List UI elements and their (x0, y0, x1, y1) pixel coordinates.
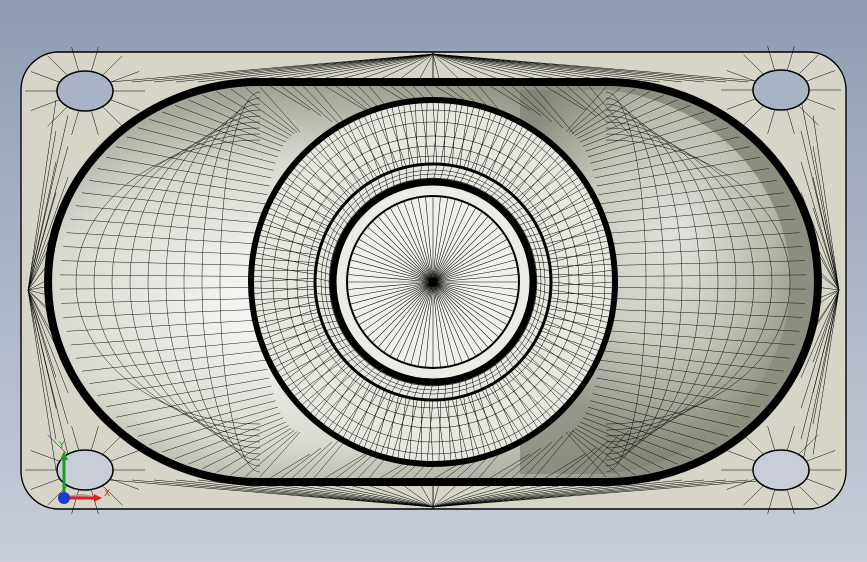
center-point (429, 278, 437, 286)
corner-slot-top-right (752, 69, 810, 111)
triad-z-axis (58, 492, 70, 504)
triad-y-label: Y (59, 441, 65, 451)
corner-slot-bottom-right (752, 449, 810, 491)
graphics-viewport[interactable]: X Y (0, 0, 867, 562)
model-view[interactable] (0, 0, 867, 562)
corner-slot-top-left (56, 70, 114, 112)
triad-x-label: X (104, 489, 111, 499)
